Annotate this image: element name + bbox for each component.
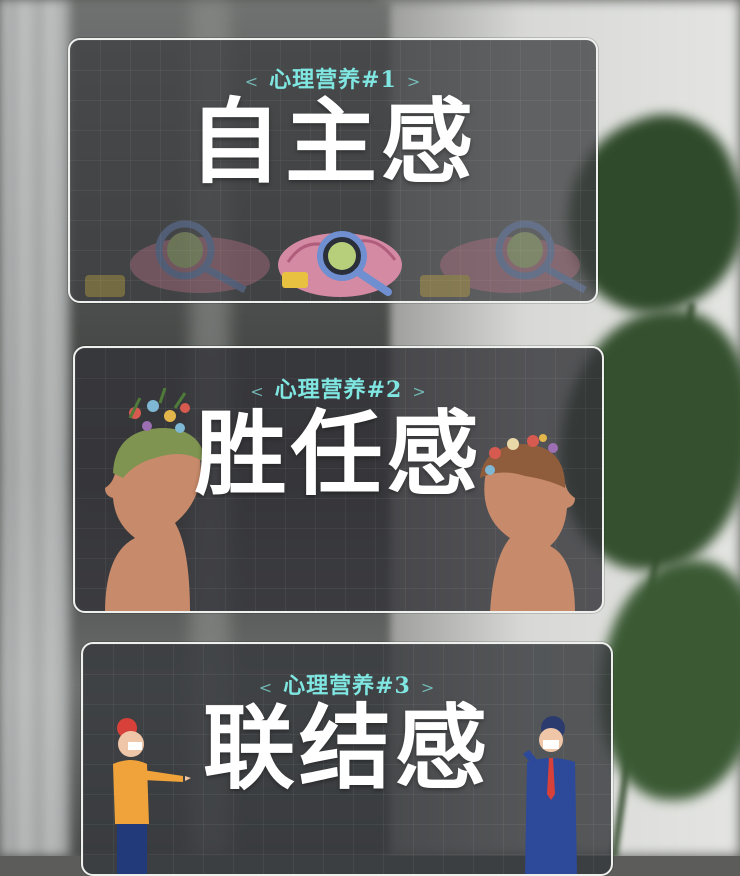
card-title: 联结感	[202, 694, 491, 802]
brain-magnifier-icon	[85, 220, 587, 297]
card-competence[interactable]: < 心理营养#2 > 胜任感	[73, 346, 604, 613]
card-autonomy[interactable]: < 心理营养#1 > 自主感	[68, 38, 598, 303]
chevron-right-icon: >	[412, 382, 427, 401]
card-relatedness[interactable]: < 心理营养#3 > 联结感	[81, 642, 613, 876]
background-books	[0, 0, 70, 856]
chat-bubble-icon	[282, 272, 308, 288]
card-title: 自主感	[188, 88, 477, 196]
chevron-left-icon: <	[250, 382, 265, 401]
card-title: 胜任感	[194, 400, 483, 508]
